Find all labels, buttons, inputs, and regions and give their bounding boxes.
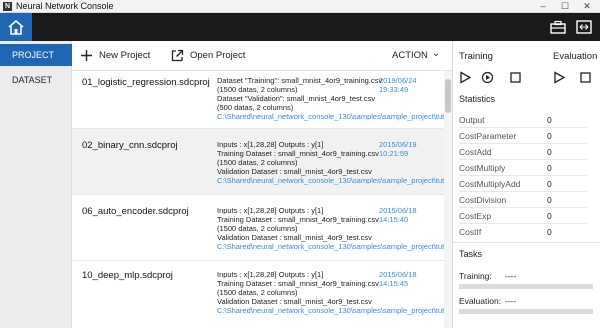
- train-stop-icon[interactable]: [509, 71, 522, 84]
- chevron-down-icon[interactable]: ⌄: [432, 39, 440, 69]
- project-detail: Inputs : x[1,28,28] Outputs : y[1]: [217, 206, 324, 215]
- stat-row: CostIf 0: [459, 224, 587, 240]
- project-toolbar: New Project Open Project ACTION ⌄: [72, 41, 452, 71]
- project-detail: Validation Dataset : small_mnist_4or9_te…: [217, 167, 372, 176]
- close-button[interactable]: ✕: [576, 0, 598, 13]
- stat-label: Output: [459, 115, 485, 125]
- stat-row: Output 0: [459, 112, 587, 128]
- project-detail: (1500 datas, 2 columns): [217, 158, 298, 167]
- open-project-button[interactable]: Open Project: [190, 41, 245, 71]
- toolbox-icon[interactable]: [550, 20, 566, 34]
- stat-label: CostMultiply: [459, 163, 506, 173]
- window-titlebar: N Neural Network Console – ☐ ✕: [0, 0, 600, 13]
- project-date: 2015/06/18 14:15:40: [379, 206, 417, 224]
- maximize-button[interactable]: ☐: [554, 0, 576, 13]
- stat-value: 0: [547, 163, 552, 173]
- project-detail: (500 datas, 2 columns): [217, 103, 294, 112]
- project-detail: Training Dataset : small_mnist_4or9_trai…: [217, 279, 379, 288]
- project-date: 2015/06/19 10:21:59: [379, 140, 417, 158]
- stat-row: CostDivision 0: [459, 192, 587, 208]
- stat-label: CostExp: [459, 211, 492, 221]
- top-bar: [0, 13, 600, 41]
- project-path[interactable]: C:\Shared\neural_network_console_130\sam…: [217, 112, 444, 121]
- new-project-button[interactable]: New Project: [99, 41, 150, 71]
- project-detail: Validation Dataset : small_mnist_4or9_te…: [217, 297, 372, 306]
- panel-divider: [453, 242, 600, 243]
- evaluation-header: Evaluation: [553, 51, 598, 62]
- project-detail: Inputs : x[1,28,28] Outputs : y[1]: [217, 140, 324, 149]
- left-nav: PROJECT DATASET: [0, 41, 72, 328]
- project-detail: Training Dataset : small_mnist_4or9_trai…: [217, 215, 379, 224]
- project-detail: (1500 datas, 2 columns): [217, 224, 298, 233]
- window-title: Neural Network Console: [16, 1, 114, 11]
- list-scrollbar[interactable]: [444, 71, 452, 328]
- evaluation-progress-bar: [459, 309, 593, 314]
- project-name[interactable]: 01_logistic_regression.sdcproj: [82, 77, 210, 88]
- home-icon: [8, 19, 24, 35]
- project-item[interactable]: 10_deep_mlp.sdcproj 2015/06/18 14:15:45 …: [72, 261, 444, 328]
- project-list: 01_logistic_regression.sdcproj 2019/06/2…: [72, 71, 444, 328]
- project-date: 2019/06/24 19:33:49: [379, 76, 417, 94]
- project-detail: Dataset "Validation": small_mnist_4or9_t…: [217, 94, 376, 103]
- stat-value: 0: [547, 195, 552, 205]
- train-play-icon[interactable]: [459, 71, 472, 84]
- open-external-icon[interactable]: [171, 49, 184, 62]
- stat-label: CostAdd: [459, 147, 492, 157]
- train-resume-icon[interactable]: [481, 71, 494, 84]
- stat-row: CostExp 0: [459, 208, 587, 224]
- right-panel: Training Evaluation Statistics Output 0 …: [452, 41, 600, 328]
- tasks-title: Tasks: [459, 249, 483, 259]
- eval-stop-icon[interactable]: [579, 71, 592, 84]
- nav-dataset[interactable]: DATASET: [0, 69, 72, 91]
- project-item[interactable]: 06_auto_encoder.sdcproj 2015/06/18 14:15…: [72, 195, 444, 261]
- action-menu-button[interactable]: ACTION: [392, 41, 428, 71]
- training-task-label: Training:: [459, 271, 492, 281]
- stat-value: 0: [547, 227, 552, 237]
- minimize-button[interactable]: –: [532, 0, 554, 13]
- project-item[interactable]: 01_logistic_regression.sdcproj 2019/06/2…: [72, 71, 444, 129]
- project-detail: Dataset "Training": small_mnist_4or9_tra…: [217, 76, 383, 85]
- stat-row: CostAdd 0: [459, 144, 587, 160]
- project-item-selected[interactable]: 02_binary_cnn.sdcproj 2015/06/19 10:21:5…: [72, 129, 444, 195]
- project-detail: Inputs : x[1,28,28] Outputs : y[1]: [217, 270, 324, 279]
- project-detail: Validation Dataset : small_mnist_4or9_te…: [217, 233, 372, 242]
- stat-value: 0: [547, 179, 552, 189]
- project-detail: (1500 datas, 2 columns): [217, 85, 298, 94]
- fit-screen-icon[interactable]: [576, 20, 592, 34]
- nav-project[interactable]: PROJECT: [0, 44, 72, 66]
- stat-row: CostMultiplyAdd 0: [459, 176, 587, 192]
- project-path[interactable]: C:\Shared\neural_network_console_130\sam…: [217, 176, 444, 185]
- project-name[interactable]: 06_auto_encoder.sdcproj: [82, 206, 189, 217]
- stat-label: CostDivision: [459, 195, 507, 205]
- training-task-value: ----: [505, 271, 517, 281]
- project-path[interactable]: C:\Shared\neural_network_console_130\sam…: [217, 306, 444, 315]
- training-progress-bar: [459, 284, 593, 289]
- stat-value: 0: [547, 131, 552, 141]
- project-date: 2015/06/18 14:15:45: [379, 270, 417, 288]
- project-path[interactable]: C:\Shared\neural_network_console_130\sam…: [217, 242, 444, 251]
- project-detail: (1500 datas, 2 columns): [217, 288, 298, 297]
- scroll-thumb[interactable]: [445, 79, 451, 113]
- plus-icon[interactable]: [80, 49, 93, 62]
- evaluation-task-label: Evaluation:: [459, 296, 502, 306]
- stat-row: CostParameter 0: [459, 128, 587, 144]
- project-name[interactable]: 10_deep_mlp.sdcproj: [82, 270, 173, 281]
- project-name[interactable]: 02_binary_cnn.sdcproj: [82, 140, 178, 151]
- project-detail: Training Dataset : small_mnist_4or9_trai…: [217, 149, 379, 158]
- stat-label: CostParameter: [459, 131, 517, 141]
- evaluation-task-value: ----: [505, 296, 517, 306]
- stat-label: CostIf: [459, 227, 482, 237]
- training-header: Training: [459, 51, 493, 62]
- eval-play-icon[interactable]: [553, 71, 566, 84]
- home-button[interactable]: [0, 13, 32, 41]
- statistics-title: Statistics: [459, 94, 496, 104]
- stat-value: 0: [547, 211, 552, 221]
- stat-value: 0: [547, 115, 552, 125]
- stat-label: CostMultiplyAdd: [459, 179, 521, 189]
- app-icon: N: [3, 2, 12, 11]
- stat-value: 0: [547, 147, 552, 157]
- stat-row: CostMultiply 0: [459, 160, 587, 176]
